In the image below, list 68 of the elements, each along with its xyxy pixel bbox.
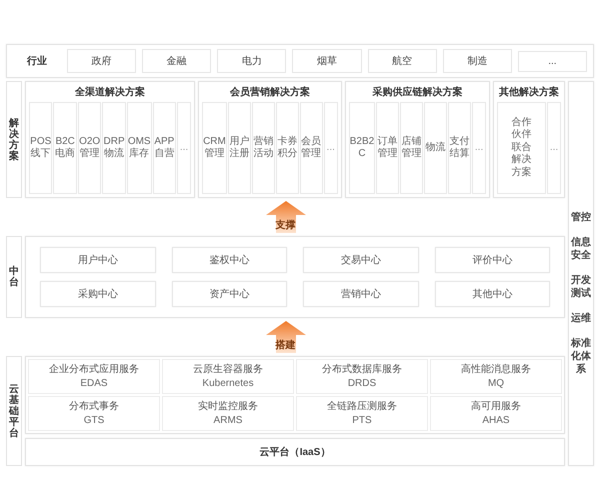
solution-item: ... xyxy=(546,102,561,194)
solution-item: OMS 库存 xyxy=(126,102,152,194)
solution-item: 店铺管理 xyxy=(400,102,424,194)
center-item: 采购中心 xyxy=(40,281,156,307)
solution-item: B2B2 C xyxy=(348,102,376,194)
solution-item: 订单管理 xyxy=(376,102,400,194)
side-item: 开发测试 xyxy=(571,274,591,300)
center-item: 评价中心 xyxy=(434,247,550,273)
service-name: 实时监控服务 xyxy=(197,400,259,414)
industry-item: 电力 xyxy=(217,49,286,73)
group-title: 全渠道解决方案 xyxy=(74,85,146,99)
service-name: 高可用服务 xyxy=(470,400,522,414)
solution-item: ... xyxy=(177,102,192,194)
service-code: PTS xyxy=(351,414,373,427)
center-item: 鉴权中心 xyxy=(172,247,287,273)
service-name: 高性能消息服务 xyxy=(460,363,532,376)
solution-item: ... xyxy=(472,102,486,194)
service-code: ARMS xyxy=(212,414,244,427)
solution-item: CRM 管理 xyxy=(202,102,227,194)
solution-item: APP 自营 xyxy=(152,102,176,194)
solution-item: 物流 xyxy=(424,102,448,194)
side-item: 运维 xyxy=(571,312,591,325)
industry-item: ... xyxy=(518,50,587,72)
service-name: 云原生容器服务 xyxy=(192,363,264,376)
solution-item: 卡券积分 xyxy=(276,102,299,194)
group-title: 其他解决方案 xyxy=(498,85,560,99)
center-item: 资产中心 xyxy=(172,281,287,307)
solution-item: B2C 电商 xyxy=(53,102,77,194)
solution-item: 营销活动 xyxy=(252,102,275,194)
industry-item: 金融 xyxy=(142,49,212,73)
service-code: DRDS xyxy=(346,376,378,390)
service-code: GTS xyxy=(82,414,106,427)
service-code: AHAS xyxy=(481,414,511,427)
center-item: 用户中心 xyxy=(40,247,156,273)
service-code: MQ xyxy=(486,376,506,390)
group-title: 采购供应链解决方案 xyxy=(371,85,464,99)
arrow-label: 支撑 xyxy=(276,218,296,232)
solution-item: 合作伙伴联合解决方案 xyxy=(497,102,546,194)
layer-label: 解决方案 xyxy=(6,81,22,198)
service-name: 全链路压测服务 xyxy=(326,400,398,414)
industry-item: 政府 xyxy=(67,49,136,73)
layer-label: 中台 xyxy=(6,236,22,318)
service-name: 企业分布式应用服务 xyxy=(48,363,140,376)
industry-item: 制造 xyxy=(442,49,512,73)
industry-item: 烟草 xyxy=(292,49,362,73)
arrow-label: 搭建 xyxy=(276,338,296,352)
side-item: 信息安全 xyxy=(571,236,591,262)
center-item: 营销中心 xyxy=(303,281,418,307)
service-name: 分布式事务 xyxy=(68,400,120,414)
side-item: 标准化体系 xyxy=(571,337,591,376)
industry-item: 航空 xyxy=(368,49,437,73)
platform-bar: 云平台（IaaS） xyxy=(25,438,565,466)
service-code: Kubernetes xyxy=(201,376,255,390)
solution-item: 会员管理 xyxy=(300,102,323,194)
side-item: 管控 xyxy=(571,211,591,224)
industry-label: 行业 xyxy=(26,54,48,68)
center-item: 交易中心 xyxy=(303,247,418,273)
service-code: EDAS xyxy=(79,376,109,390)
layer-label: 云基础平台 xyxy=(6,356,22,466)
solution-item: ... xyxy=(324,102,338,194)
center-item: 其他中心 xyxy=(434,281,550,307)
solution-item: 支付结算 xyxy=(448,102,472,194)
group-title: 会员营销解决方案 xyxy=(228,85,311,99)
service-name: 分布式数据库服务 xyxy=(321,363,403,376)
solution-item: DRP 物流 xyxy=(102,102,126,194)
solution-item: O2O 管理 xyxy=(78,102,102,194)
solution-item: 用户注册 xyxy=(228,102,251,194)
solution-item: POS 线下 xyxy=(29,102,52,194)
